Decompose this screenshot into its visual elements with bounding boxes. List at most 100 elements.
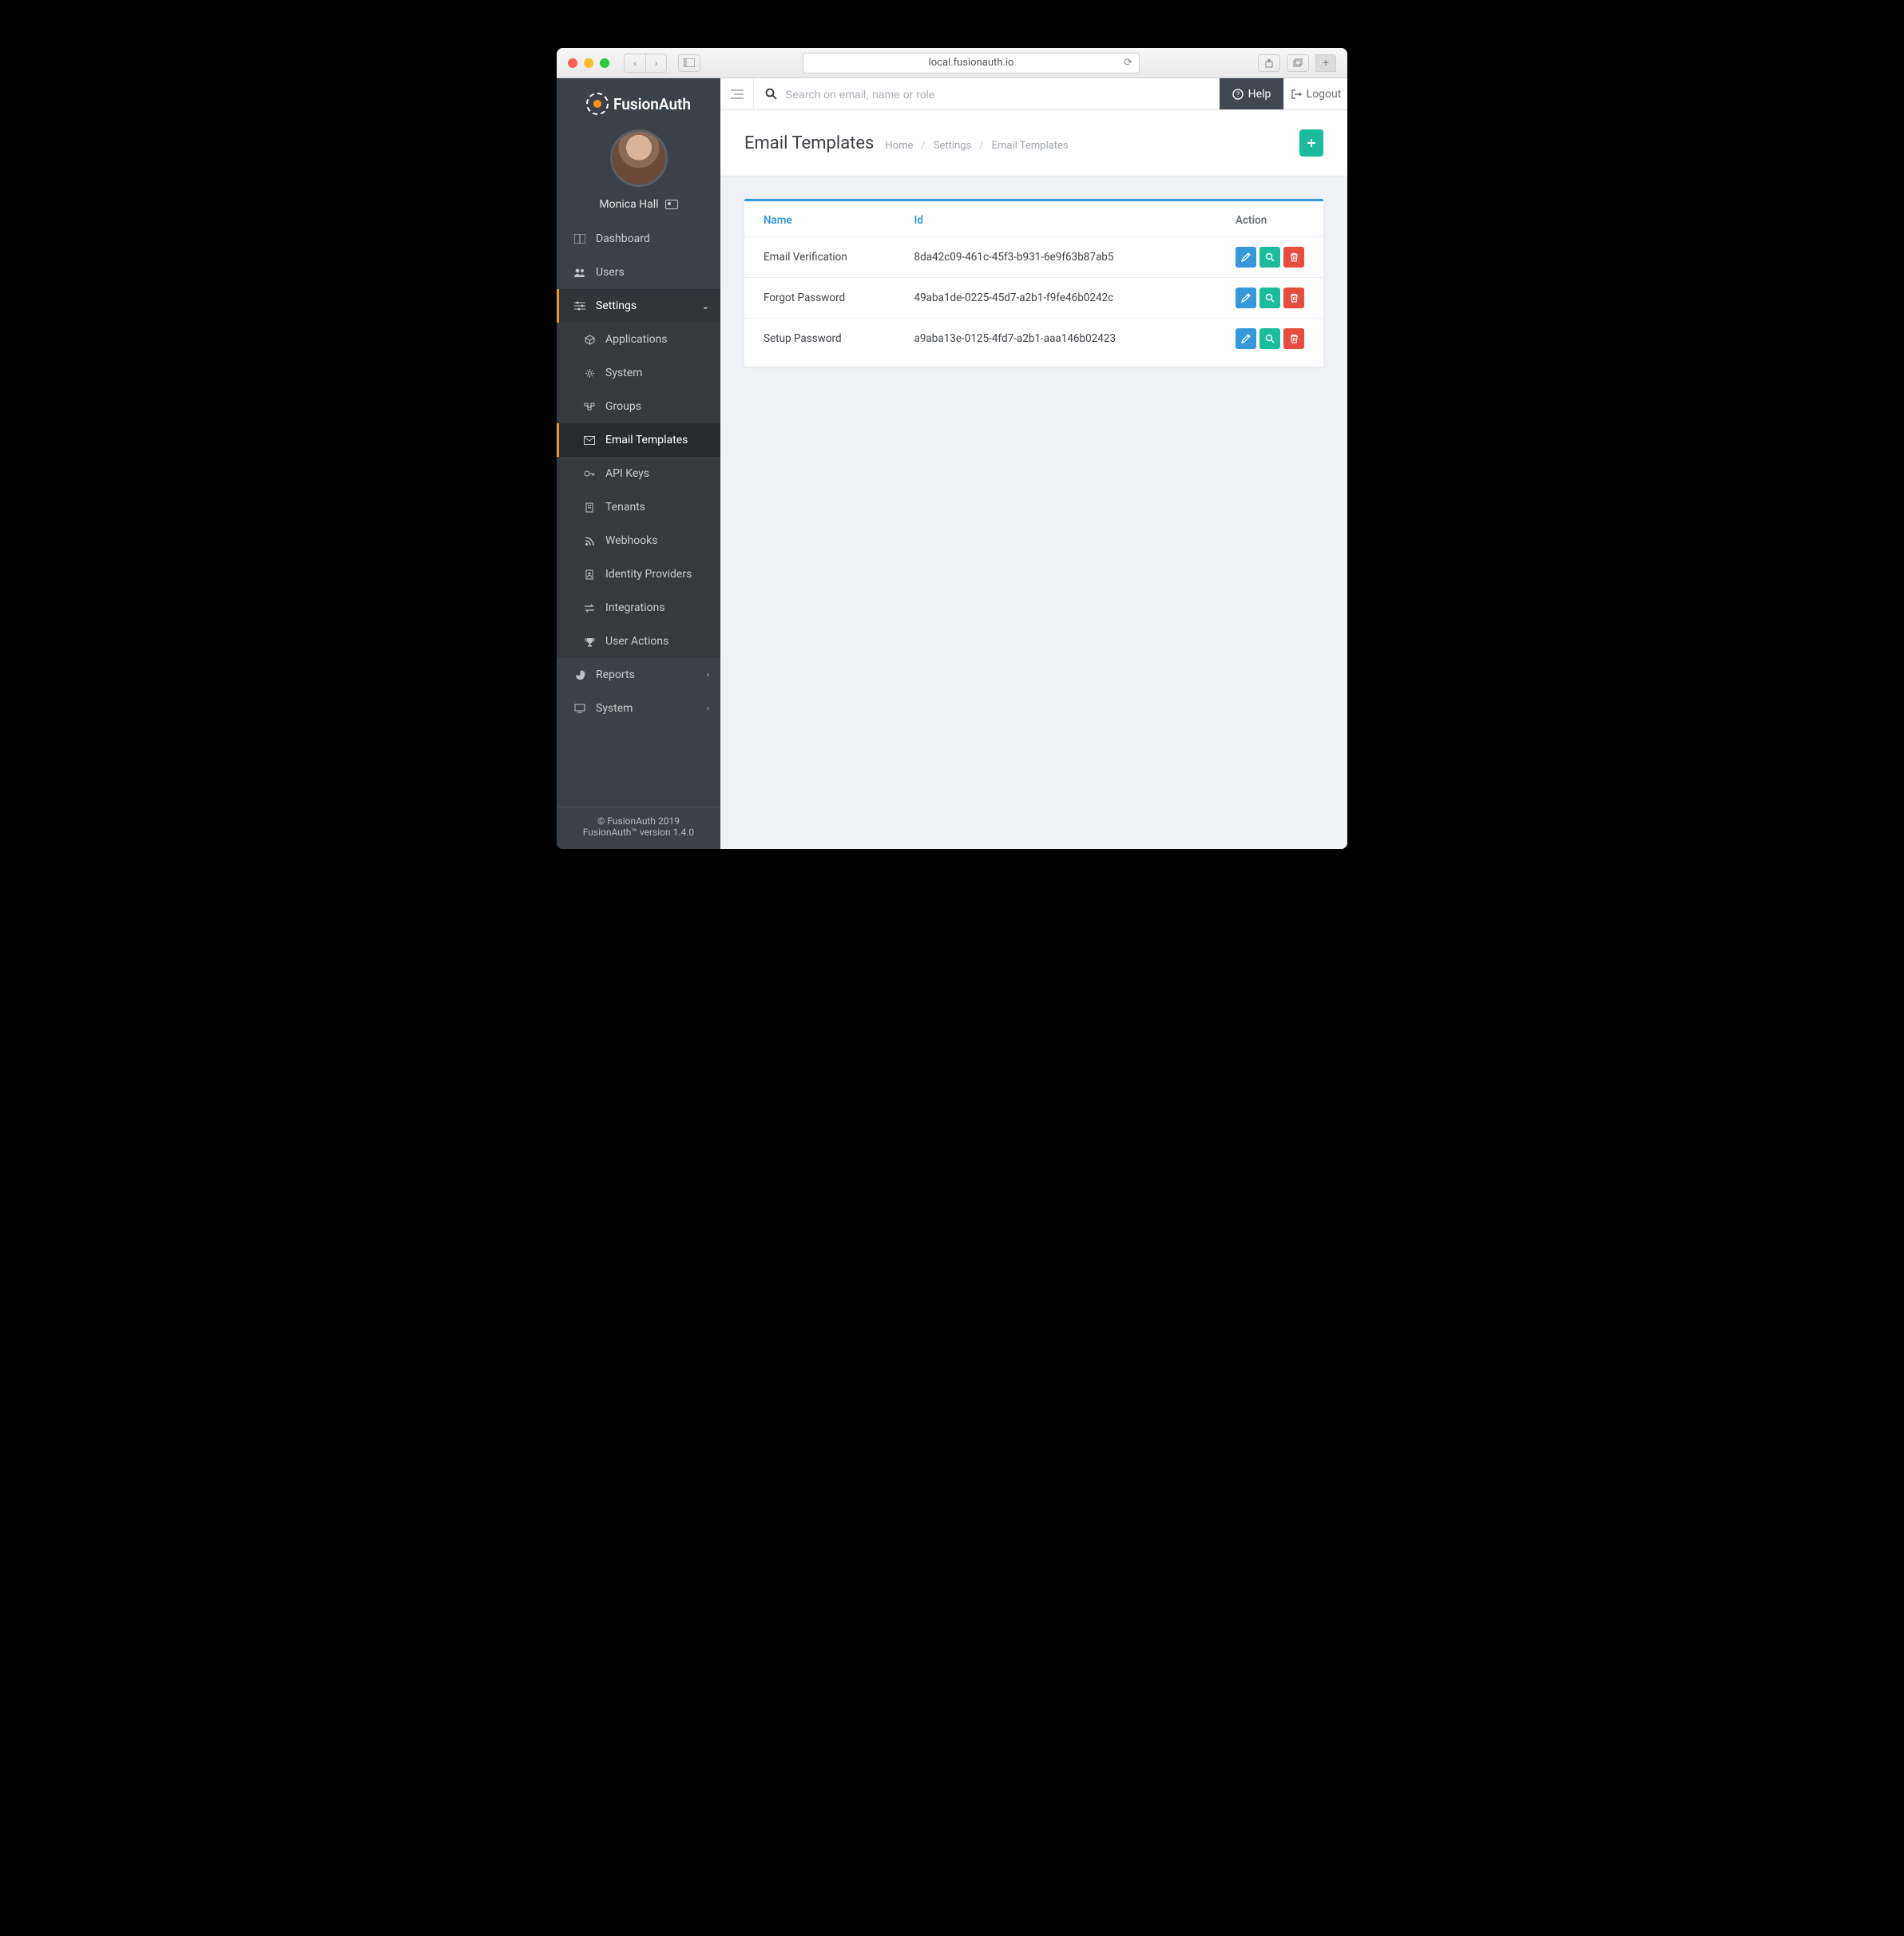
delete-button[interactable]: [1283, 288, 1304, 308]
delete-button[interactable]: [1283, 328, 1304, 349]
nav-list: Dashboard Users Settings ⌄ Applications: [557, 222, 720, 807]
col-name[interactable]: Name: [744, 201, 895, 237]
avatar-wrap: [557, 123, 720, 198]
col-id[interactable]: Id: [895, 201, 1217, 237]
close-window-icon[interactable]: [568, 58, 577, 68]
exchange-icon: [583, 604, 596, 613]
nav-label: Tenants: [605, 501, 645, 514]
tabs-button[interactable]: [1287, 54, 1309, 72]
new-tab-button[interactable]: +: [1315, 54, 1336, 72]
nav-label: Email Templates: [605, 434, 688, 446]
avatar[interactable]: [610, 129, 668, 187]
nav-label: Dashboard: [596, 232, 650, 245]
breadcrumb-sep: /: [979, 140, 983, 152]
logout-button[interactable]: Logout: [1283, 78, 1347, 109]
nav-label: System: [605, 367, 642, 379]
nav-system-menu[interactable]: System ‹: [557, 692, 720, 725]
nav-system[interactable]: System: [557, 356, 720, 390]
edit-button[interactable]: [1236, 247, 1256, 268]
logout-icon: [1291, 89, 1302, 100]
rss-icon: [583, 536, 596, 546]
nav-dashboard[interactable]: Dashboard: [557, 222, 720, 256]
users-icon: [573, 268, 586, 277]
cube-icon: [583, 335, 596, 345]
sliders-icon: [573, 301, 586, 311]
view-button[interactable]: [1259, 288, 1280, 308]
nav-integrations[interactable]: Integrations: [557, 591, 720, 625]
cell-actions: [1216, 237, 1323, 278]
logo: FusionAuth: [557, 78, 720, 123]
collapse-sidebar-button[interactable]: [720, 78, 754, 109]
building-icon: [583, 502, 596, 513]
share-button[interactable]: [1258, 54, 1280, 72]
nav-label: Groups: [605, 400, 641, 413]
chevron-left-icon: ‹: [707, 671, 709, 680]
groups-icon: [583, 402, 596, 411]
nav-users[interactable]: Users: [557, 256, 720, 289]
nav-email-templates[interactable]: Email Templates: [557, 423, 720, 457]
main: ? Help Logout Email Templates Home / Set…: [720, 78, 1347, 849]
search-icon: [765, 88, 777, 100]
chrome-right: +: [1258, 54, 1336, 72]
search-box: [754, 78, 1220, 109]
nav-reports[interactable]: Reports ‹: [557, 658, 720, 692]
nav-identity-providers[interactable]: Identity Providers: [557, 557, 720, 591]
minimize-window-icon[interactable]: [584, 58, 593, 68]
nav-label: Reports: [596, 668, 635, 681]
reload-icon[interactable]: ⟳: [1124, 57, 1132, 69]
nav-user-actions[interactable]: User Actions: [557, 625, 720, 658]
templates-table: Name Id Action Email Verification8da42c0…: [744, 201, 1323, 367]
maximize-window-icon[interactable]: [600, 58, 609, 68]
key-icon: [583, 469, 596, 478]
monitor-icon: [573, 704, 586, 713]
dashboard-icon: [573, 234, 586, 244]
copyright: © FusionAuth 2019: [557, 815, 720, 827]
help-icon: ?: [1232, 89, 1244, 100]
chevron-left-icon: ‹: [707, 704, 709, 713]
browser-window: ‹ › local.fusionauth.io ⟳ + Fusion: [557, 48, 1347, 849]
back-button[interactable]: ‹: [625, 54, 645, 72]
nav-applications[interactable]: Applications: [557, 323, 720, 356]
cell-actions: [1216, 319, 1323, 367]
gear-icon: [583, 368, 596, 379]
delete-button[interactable]: [1283, 247, 1304, 268]
view-button[interactable]: [1259, 247, 1280, 268]
nav-label: API Keys: [605, 467, 649, 480]
cell-id: 8da42c09-461c-45f3-b931-6e9f63b87ab5: [895, 237, 1217, 278]
content: Name Id Action Email Verification8da42c0…: [720, 177, 1347, 389]
nav-label: Settings: [596, 300, 637, 312]
nav-settings[interactable]: Settings ⌄: [557, 289, 720, 323]
nav-tenants[interactable]: Tenants: [557, 490, 720, 524]
nav-groups[interactable]: Groups: [557, 390, 720, 423]
address-bar[interactable]: local.fusionauth.io ⟳: [803, 53, 1140, 73]
forward-button[interactable]: ›: [645, 54, 666, 72]
nav-label: Users: [596, 266, 625, 279]
nav-webhooks[interactable]: Webhooks: [557, 524, 720, 557]
help-button[interactable]: ? Help: [1220, 78, 1283, 109]
breadcrumb-home[interactable]: Home: [885, 140, 913, 152]
breadcrumb: Home / Settings / Email Templates: [885, 140, 1068, 152]
sidebar: FusionAuth Monica Hall Dashboard Users: [557, 78, 720, 849]
nav-label: Webhooks: [605, 534, 658, 547]
idcard-icon[interactable]: [665, 200, 678, 209]
add-button[interactable]: [1299, 129, 1323, 157]
sidebar-button[interactable]: [678, 54, 700, 72]
edit-button[interactable]: [1236, 328, 1256, 349]
window-controls: [568, 58, 609, 68]
breadcrumb-settings[interactable]: Settings: [934, 140, 971, 152]
username-row: Monica Hall: [557, 198, 720, 222]
plus-icon: [1307, 138, 1316, 148]
topbar: ? Help Logout: [720, 78, 1347, 110]
edit-button[interactable]: [1236, 288, 1256, 308]
nav-api-keys[interactable]: API Keys: [557, 457, 720, 490]
version: FusionAuth™ version 1.4.0: [557, 827, 720, 838]
envelope-icon: [583, 436, 596, 445]
logo-mark-icon: [586, 93, 609, 115]
search-input[interactable]: [785, 88, 1208, 101]
brand-text: FusionAuth: [613, 95, 691, 113]
chevron-down-icon: ⌄: [702, 301, 709, 311]
cell-name: Forgot Password: [744, 278, 895, 319]
nav-label: Integrations: [605, 601, 664, 614]
view-button[interactable]: [1259, 328, 1280, 349]
col-action: Action: [1216, 201, 1323, 237]
